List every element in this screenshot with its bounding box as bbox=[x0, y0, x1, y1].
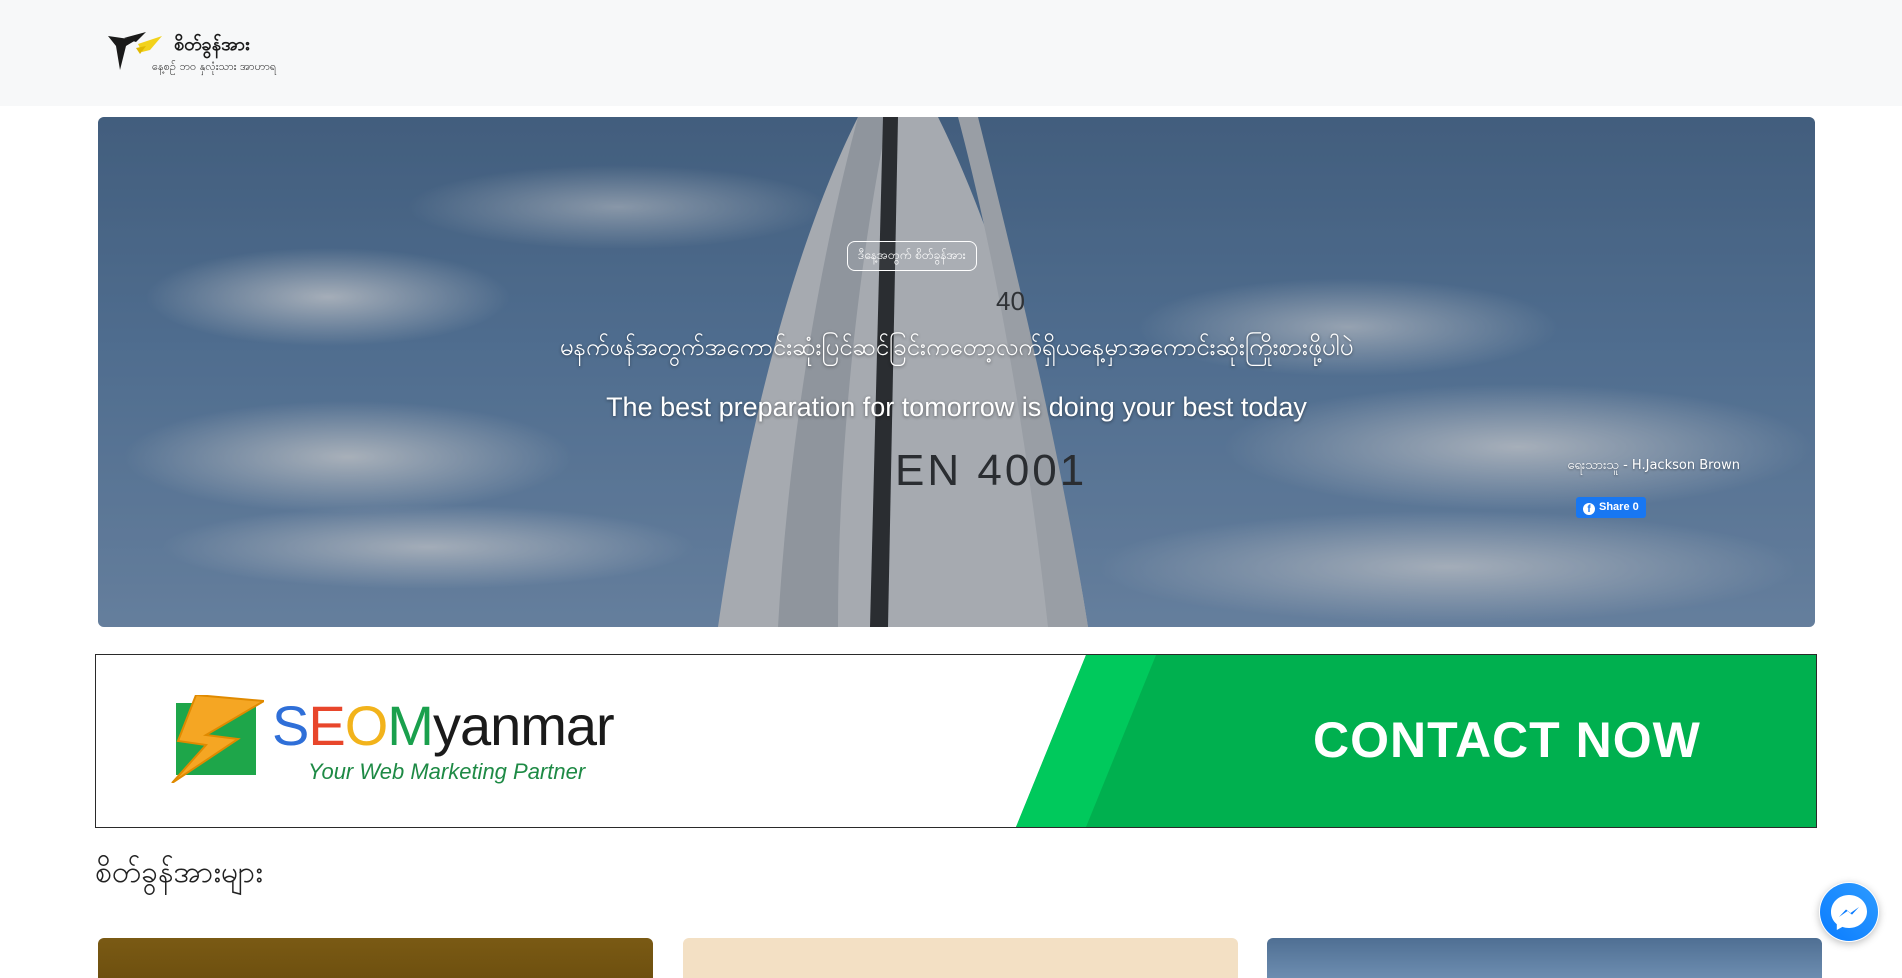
quote-card[interactable] bbox=[98, 938, 653, 978]
logo-title: စိတ်ခွန်အား bbox=[174, 34, 250, 55]
site-header: စိတ်ခွန်အား နေ့စဉ် ဘဝ နှလုံးသား အာဟာရ bbox=[0, 0, 1902, 106]
contact-now-button[interactable]: CONTACT NOW bbox=[1313, 711, 1701, 769]
quote-english: The best preparation for tomorrow is doi… bbox=[606, 392, 1307, 422]
facebook-share-button[interactable]: f Share 0 bbox=[1576, 497, 1646, 518]
quote-card[interactable] bbox=[1267, 938, 1822, 978]
messenger-icon bbox=[1820, 883, 1878, 941]
today-badge: ဒီနေ့အတွက် စိတ်ခွန်အား bbox=[847, 241, 977, 271]
quote-hero: 40 EN 4001 ဒီနေ့အတွက် စိတ်ခွန်အား မနက်ဖန… bbox=[98, 117, 1815, 627]
brand-letter-m: M bbox=[387, 694, 434, 757]
messenger-chat-button[interactable] bbox=[1819, 882, 1879, 942]
seo-myanmar-brand: SEOMyanmar bbox=[272, 693, 615, 758]
seo-myanmar-banner[interactable]: SEOMyanmar Your Web Marketing Partner CO… bbox=[95, 654, 1817, 828]
hero-overlay bbox=[98, 117, 1815, 627]
facebook-icon: f bbox=[1583, 503, 1595, 515]
brand-letter-o: O bbox=[344, 694, 389, 757]
quote-myanmar: မနက်ဖန်အတွက်အကောင်းဆုံးပြင်ဆင်ခြင်းကတော့… bbox=[559, 333, 1354, 361]
share-label: Share 0 bbox=[1599, 501, 1639, 513]
section-title: စိတ်ခွန်အားများ bbox=[95, 855, 263, 890]
brand-letter-s: S bbox=[272, 694, 309, 757]
brand-tagline: Your Web Marketing Partner bbox=[308, 759, 586, 784]
brand-rest: yanmar bbox=[432, 694, 615, 757]
quote-author: ရေးသားသူ - H.Jackson Brown bbox=[1567, 458, 1740, 473]
logo-subtitle: နေ့စဉ် ဘဝ နှလုံးသား အာဟာရ bbox=[152, 60, 277, 73]
seo-lightning-logo-icon bbox=[171, 695, 264, 783]
brand-letter-e: E bbox=[308, 694, 345, 757]
quote-card[interactable] bbox=[683, 938, 1238, 978]
site-logo[interactable]: စိတ်ခွန်အား နေ့စဉ် ဘဝ နှလုံးသား အာဟာရ bbox=[106, 28, 296, 80]
